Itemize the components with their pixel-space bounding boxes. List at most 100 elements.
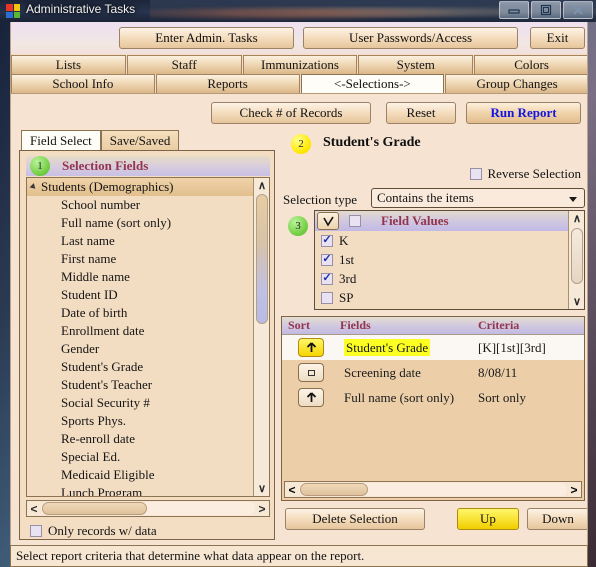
move-up-button[interactable]: Up bbox=[457, 508, 519, 530]
list-item[interactable]: First name bbox=[27, 250, 269, 268]
field-values-listbox[interactable]: Field Values K 1st 3rd SP ∧ ∨ bbox=[314, 210, 585, 310]
scroll-right-icon[interactable]: > bbox=[567, 483, 581, 497]
check-all-toggle-button[interactable] bbox=[317, 212, 339, 230]
tab-colors[interactable]: Colors bbox=[474, 55, 587, 74]
field-value-item[interactable]: 1st bbox=[315, 250, 584, 269]
list-item[interactable]: Date of birth bbox=[27, 304, 269, 322]
tab-school-info[interactable]: School Info bbox=[11, 74, 155, 93]
list-item[interactable]: Last name bbox=[27, 232, 269, 250]
tab-row-primary: Lists Staff Immunizations System Colors bbox=[11, 55, 587, 74]
list-item[interactable]: Lunch Program bbox=[27, 484, 269, 496]
selection-type-dropdown[interactable]: Contains the items bbox=[371, 188, 585, 208]
checkbox-box-icon[interactable] bbox=[321, 291, 333, 304]
delete-selection-button[interactable]: Delete Selection bbox=[285, 508, 425, 530]
title-bar: Administrative Tasks bbox=[0, 0, 596, 22]
reverse-selection-checkbox[interactable]: Reverse Selection bbox=[469, 166, 581, 182]
enter-admin-tasks-button[interactable]: Enter Admin. Tasks bbox=[119, 27, 294, 49]
sort-ascending-icon[interactable] bbox=[298, 338, 324, 357]
checkbox-box-icon[interactable] bbox=[30, 525, 42, 537]
table-row[interactable]: Full name (sort only) Sort only bbox=[282, 385, 584, 410]
list-item[interactable]: Special Ed. bbox=[27, 448, 269, 466]
list-item[interactable]: Middle name bbox=[27, 268, 269, 286]
hscroll-track[interactable] bbox=[41, 502, 255, 515]
application-window: Administrative Tasks Enter Admin. Tasks … bbox=[0, 0, 596, 567]
fields-vertical-scrollbar[interactable]: ∧ ∨ bbox=[253, 178, 269, 496]
close-icon[interactable] bbox=[563, 1, 593, 19]
user-passwords-access-button[interactable]: User Passwords/Access bbox=[303, 27, 518, 49]
maximize-icon[interactable] bbox=[531, 1, 561, 19]
scroll-down-icon[interactable]: ∨ bbox=[254, 481, 269, 496]
criteria-grid-header: Sort Fields Criteria bbox=[282, 317, 584, 335]
list-item[interactable]: Enrollment date bbox=[27, 322, 269, 340]
chevron-down-icon[interactable] bbox=[569, 197, 577, 202]
only-records-with-data-checkbox[interactable]: Only records w/ data bbox=[30, 523, 157, 539]
tab-immunizations[interactable]: Immunizations bbox=[242, 55, 358, 74]
run-report-button[interactable]: Run Report bbox=[466, 102, 581, 124]
field-values-header: Field Values bbox=[315, 211, 584, 231]
tab-reports[interactable]: Reports bbox=[155, 74, 300, 93]
move-down-button[interactable]: Down bbox=[527, 508, 587, 530]
criteria-grid-horizontal-scrollbar[interactable]: < > bbox=[284, 481, 582, 498]
field-value-label: 1st bbox=[339, 251, 355, 267]
list-item[interactable]: Student ID bbox=[27, 286, 269, 304]
values-vertical-scrollbar[interactable]: ∧ ∨ bbox=[568, 211, 584, 309]
scroll-right-icon[interactable]: > bbox=[255, 502, 269, 516]
fields-horizontal-scrollbar[interactable]: < > bbox=[26, 500, 270, 517]
list-item[interactable]: Medicaid Eligible bbox=[27, 466, 269, 484]
app-blocks-icon bbox=[6, 4, 20, 18]
list-item[interactable]: Sports Phys. bbox=[27, 412, 269, 430]
column-header-criteria: Criteria bbox=[478, 318, 520, 332]
scroll-up-icon[interactable]: ∧ bbox=[254, 178, 269, 193]
fields-listbox[interactable]: Students (Demographics) School number Ful… bbox=[26, 177, 270, 497]
field-value-item[interactable]: SP bbox=[315, 288, 584, 307]
criteria-grid: Sort Fields Criteria Student's Grade [K][… bbox=[281, 316, 585, 501]
scroll-up-icon[interactable]: ∧ bbox=[569, 211, 585, 226]
scroll-thumb[interactable] bbox=[256, 194, 268, 324]
scroll-thumb[interactable] bbox=[571, 228, 583, 284]
list-item[interactable]: Social Security # bbox=[27, 394, 269, 412]
tab-group-changes[interactable]: Group Changes bbox=[445, 74, 587, 93]
scroll-left-icon[interactable]: < bbox=[27, 502, 41, 516]
check-number-of-records-button[interactable]: Check # of Records bbox=[211, 102, 371, 124]
list-item[interactable]: Gender bbox=[27, 340, 269, 358]
window-controls bbox=[499, 1, 593, 19]
subtab-save-saved[interactable]: Save/Saved bbox=[100, 130, 180, 150]
selection-fields-header: 1 Selection Fields bbox=[26, 156, 270, 176]
checkbox-box-icon[interactable] bbox=[321, 253, 333, 266]
window-title: Administrative Tasks bbox=[26, 2, 136, 16]
sort-none-icon[interactable] bbox=[298, 363, 324, 382]
field-value-item[interactable]: K bbox=[315, 231, 584, 250]
header-checkbox-icon[interactable] bbox=[349, 215, 361, 227]
scroll-left-icon[interactable]: < bbox=[285, 483, 299, 497]
list-item[interactable]: Full name (sort only) bbox=[27, 214, 269, 232]
table-row[interactable]: Screening date 8/08/11 bbox=[282, 360, 584, 385]
list-item[interactable]: School number bbox=[27, 196, 269, 214]
hscroll-thumb[interactable] bbox=[42, 502, 147, 515]
subtab-field-select[interactable]: Field Select bbox=[21, 130, 101, 150]
field-value-label: 3rd bbox=[339, 270, 357, 286]
reset-button[interactable]: Reset bbox=[386, 102, 456, 124]
scroll-down-icon[interactable]: ∨ bbox=[569, 294, 585, 309]
left-panel-subtabs: Field Select Save/Saved bbox=[21, 130, 180, 150]
list-item[interactable]: Re-enroll date bbox=[27, 430, 269, 448]
list-item[interactable]: Student's Teacher bbox=[27, 376, 269, 394]
status-bar-text: Select report criteria that determine wh… bbox=[16, 548, 365, 563]
hscroll-thumb[interactable] bbox=[300, 483, 368, 496]
tab-staff[interactable]: Staff bbox=[126, 55, 242, 74]
list-group-students-demographics[interactable]: Students (Demographics) bbox=[27, 178, 269, 196]
exit-button[interactable]: Exit bbox=[530, 27, 585, 49]
checkbox-box-icon[interactable] bbox=[321, 234, 333, 247]
tab-system[interactable]: System bbox=[358, 55, 474, 74]
field-value-item[interactable]: 3rd bbox=[315, 269, 584, 288]
selection-type-label: Selection type bbox=[283, 192, 358, 207]
minimize-icon[interactable] bbox=[499, 1, 529, 19]
checkbox-box-icon[interactable] bbox=[469, 168, 482, 180]
tab-selections[interactable]: <-Selections-> bbox=[300, 74, 445, 93]
field-value-label: SP bbox=[339, 289, 354, 305]
checkbox-box-icon[interactable] bbox=[321, 272, 333, 285]
tab-lists[interactable]: Lists bbox=[11, 55, 126, 74]
sort-ascending-icon[interactable] bbox=[298, 388, 324, 407]
list-item[interactable]: Student's Grade bbox=[27, 358, 269, 376]
table-row[interactable]: Student's Grade [K][1st][3rd] bbox=[282, 335, 584, 360]
hscroll-track[interactable] bbox=[299, 483, 567, 496]
